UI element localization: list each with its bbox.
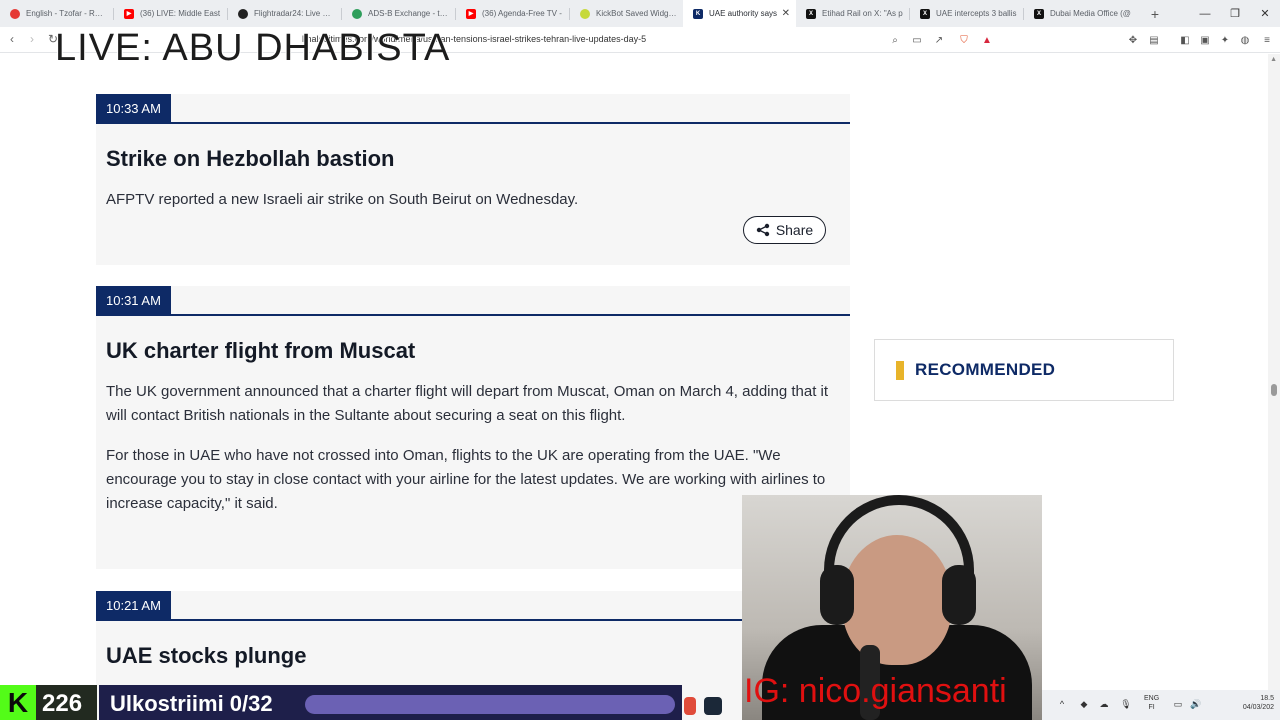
time-badge: 10:33 AM [96,94,171,124]
article-page: 10:33 AM Strike on Hezbollah bastion AFP… [0,54,1280,720]
close-window-button[interactable]: ✕ [1250,0,1280,27]
maximize-button[interactable]: ❐ [1220,0,1250,27]
instagram-handle: IG: nico.giansanti [744,672,1007,710]
page-scrollbar[interactable]: ▲ [1268,54,1280,720]
entry-paragraph: For those in UAE who have not crossed in… [106,447,826,512]
dropbox-icon[interactable]: ◆ [1078,698,1090,710]
entry-rule [96,314,850,316]
browser-tab-3[interactable]: ADS-B Exchange - track [342,0,455,27]
close-tab-icon[interactable]: ✕ [782,8,790,19]
x-favicon-icon: X [1034,8,1044,19]
sidebar-toggle-icon[interactable]: ◧ [1178,33,1192,47]
flightradar-favicon-icon [238,8,248,19]
extensions-icon[interactable]: ✥ [1126,33,1140,47]
volume-icon[interactable]: 🔊 [1190,698,1202,710]
cast-icon[interactable]: ▭ [910,33,924,47]
entry-title: UK charter flight from Muscat [106,338,416,363]
khaleej-favicon-icon: K [693,8,703,19]
stream-live-title: LIVE: ABU DHABISTA [55,27,451,69]
entry-rule [96,619,850,621]
language-indicator[interactable]: ENG FI [1144,694,1159,712]
clock-time: 18.5 [1260,695,1274,702]
headset-ear-right [942,565,976,625]
tab-title: (36) Agenda-Free TV - [482,9,562,18]
entry-title: UAE stocks plunge [106,643,307,668]
vpn-icon[interactable]: ◍ [1238,33,1252,47]
brave-rewards-icon[interactable]: ▲ [980,33,994,47]
recommended-panel: RECOMMENDED [874,339,1174,401]
minimize-button[interactable]: — [1190,0,1220,27]
entry-title: Strike on Hezbollah bastion [106,146,395,171]
youtube-favicon-icon: ▶ [466,8,476,19]
goal-bar: Ulkostriimi 0/32 [99,685,682,720]
viewer-counter: K 226 [0,685,97,720]
tray-overflow-icon[interactable]: ^ [1056,698,1068,710]
leo-ai-icon[interactable]: ✦ [1218,33,1232,47]
tab-title: ADS-B Exchange - track [368,9,449,18]
clock[interactable]: 18.5 04/03/202 [1210,694,1274,712]
youtube-favicon-icon: ▶ [124,8,134,19]
update-entry: 10:33 AM Strike on Hezbollah bastion AFP… [96,94,850,265]
tab-title: UAE intercepts 3 ballis [936,9,1017,18]
share-page-icon[interactable]: ↗ [932,33,946,47]
recommended-heading: RECOMMENDED [915,360,1056,379]
wallet-icon[interactable]: ▣ [1198,33,1212,47]
x-favicon-icon: X [806,8,816,19]
goal-progress-track [305,695,675,714]
bookmark-manager-icon[interactable]: ▤ [1147,33,1161,47]
browser-tab-5[interactable]: KickBot Saved Widgets [570,0,683,27]
browser-tab-0[interactable]: English - Tzofar - Red Alert [0,0,113,27]
headset-ear-left [820,565,854,625]
scroll-up-arrow-icon[interactable]: ▲ [1270,56,1277,63]
browser-tab-4[interactable]: ▶ (36) Agenda-Free TV - [456,0,569,27]
tab-title: (36) LIVE: Middle East [140,9,221,18]
share-button[interactable]: Share [743,216,826,244]
steam-taskbar-icon[interactable] [704,697,722,715]
viewer-count: 226 [42,690,83,717]
keyboard-layout: FI [1148,704,1155,711]
microphone-icon[interactable]: 🎙 [1120,698,1132,710]
share-label: Share [775,222,814,238]
update-entry: 10:31 AM UK charter flight from Muscat T… [96,286,850,569]
network-icon[interactable]: ▭ [1172,698,1184,710]
recommended-accent-bar [896,361,904,380]
x-favicon-icon: X [920,8,930,19]
entry-paragraph: The UK government announced that a chart… [106,383,829,424]
zoom-icon[interactable]: ⌕ [888,33,902,47]
tab-strip: English - Tzofar - Red Alert ▶ (36) LIVE:… [0,0,1280,27]
onedrive-icon[interactable]: ☁ [1098,698,1110,710]
clock-date: 04/03/202 [1242,704,1274,711]
chrome-taskbar-icon[interactable] [684,697,696,715]
browser-tab-2[interactable]: Flightradar24: Live Flight [228,0,341,27]
tab-title: UAE authority says [709,9,778,18]
browser-tab-1[interactable]: ▶ (36) LIVE: Middle East [114,0,227,27]
tab-title: Etihad Rail on X: "As p [822,9,903,18]
adsb-favicon-icon [352,8,362,19]
tab-title: Flightradar24: Live Flight [254,9,335,18]
brave-shield-icon[interactable]: ⛉ [957,33,971,47]
back-arrow-icon[interactable]: ‹ [10,32,14,46]
tab-title: English - Tzofar - Red Alert [26,9,107,18]
browser-tab-6-active[interactable]: K UAE authority says ✕ [683,0,796,27]
kick-logo-icon: K [0,685,36,720]
entry-paragraph: AFPTV reported a new Israeli air strike … [106,191,579,208]
forward-arrow-icon[interactable]: › [30,32,34,46]
share-icon [756,223,770,237]
scrollbar-thumb[interactable] [1271,384,1277,396]
tab-title: KickBot Saved Widgets [596,9,677,18]
goal-label: Ulkostriimi 0/32 [110,691,273,716]
browser-tab-8[interactable]: X UAE intercepts 3 ballis [910,0,1023,27]
system-tray: ^ ◆ ☁ 🎙 ENG FI ▭ 🔊 18.5 04/03/202 [1042,690,1280,720]
tab-title: Dubai Media Office (@ [1050,9,1131,18]
time-badge: 10:21 AM [96,591,171,621]
browser-tab-9[interactable]: X Dubai Media Office (@ [1024,0,1137,27]
language-code: ENG [1144,695,1160,702]
browser-tab-7[interactable]: X Etihad Rail on X: "As p [796,0,909,27]
menu-icon[interactable]: ≡ [1260,33,1274,47]
kickbot-favicon-icon [580,8,590,19]
time-badge: 10:31 AM [96,286,171,316]
tab-favicon-icon [10,8,20,19]
entry-rule [96,122,850,124]
new-tab-button[interactable]: + [1143,0,1167,27]
